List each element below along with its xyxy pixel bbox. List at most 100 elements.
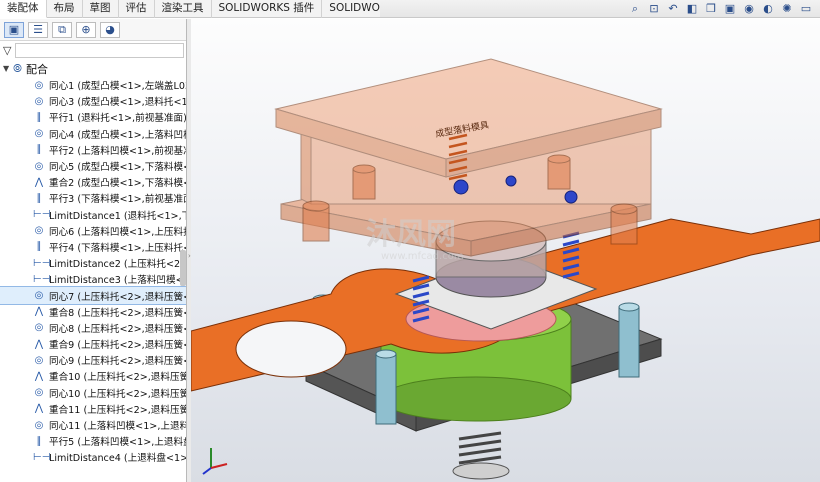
tab-0[interactable]: 装配体 xyxy=(0,0,47,18)
property-manager-tab-icon[interactable]: ☰ xyxy=(28,22,48,38)
mate-item[interactable]: ∥ 平行2 (上落料凹模<1>,前视基准 xyxy=(0,142,187,158)
mate-item[interactable]: ◎ 同心6 (上落料凹模<1>,上压料托 xyxy=(0,223,186,239)
mate-item[interactable]: ∥ 平行5 (上落料凹模<1>,上退料盘 xyxy=(0,433,187,449)
tab-4[interactable]: 渲染工具 xyxy=(155,0,212,18)
concentric-icon: ◎ xyxy=(34,79,44,91)
mate-label: 同心1 (成型凸模<1>,左端盖L03 xyxy=(49,81,186,93)
mate-label: LimitDistance4 (上退料盘<1>,上 xyxy=(49,453,186,465)
mate-item[interactable]: ◎ 同心8 (上压料托<2>,退料压簧< xyxy=(0,320,186,336)
mate-label: 平行5 (上落料凹模<1>,上退料盘 xyxy=(49,437,186,449)
mate-label: LimitDistance3 (上落料凹模<1> xyxy=(49,275,186,287)
mate-label: 平行3 (下落料模<1>,前视基准面 xyxy=(49,194,186,206)
command-manager-tabs: 装配体 布局 草图 评估 渲染工具 SOLIDWORKS 插件 SOLIDWORKS MBD xyxy=(0,0,437,18)
filter-row: ▽ xyxy=(0,41,186,60)
coincident-icon: ⋀ xyxy=(34,403,44,415)
concentric-icon: ◎ xyxy=(34,160,44,172)
filter-icon[interactable]: ▽ xyxy=(3,44,11,57)
upper-die-block xyxy=(274,58,663,257)
mate-item[interactable]: ◎ 同心5 (成型凸模<1>,下落料模< xyxy=(0,158,186,174)
coincident-icon: ⋀ xyxy=(34,338,44,350)
concentric-icon: ◎ xyxy=(34,322,44,334)
mate-label: 同心5 (成型凸模<1>,下落料模< xyxy=(49,162,186,174)
previous-view-icon[interactable]: ↶ xyxy=(665,2,681,16)
mate-label: 平行4 (下落料模<1>,上压料托<1 xyxy=(49,242,186,254)
svg-text:沐风网: 沐风网 xyxy=(366,217,456,252)
tab-3[interactable]: 评估 xyxy=(119,0,155,18)
mate-label: 重合10 (上压料托<2>,退料压簧 xyxy=(49,372,186,384)
zoom-area-icon[interactable]: ⊡ xyxy=(646,2,662,16)
limit-distance-icon: ⊢⊣ xyxy=(33,257,51,269)
mate-label: 重合2 (成型凸模<1>,下落料模< xyxy=(49,178,186,190)
coincident-icon: ⋀ xyxy=(34,306,44,318)
mate-item[interactable]: ∥ 平行3 (下落料模<1>,前视基准面 xyxy=(0,190,187,206)
mates-folder-label: 配合 xyxy=(25,62,48,76)
parallel-icon: ∥ xyxy=(36,192,42,204)
graphics-area[interactable]: 成型落料模具 沐风网 www.mfcad.com xyxy=(191,19,820,482)
mate-item[interactable]: ⊢⊣ LimitDistance3 (上落料凹模<1> xyxy=(0,271,186,287)
display-manager-tab-icon[interactable]: ◕ xyxy=(100,22,120,38)
mate-item[interactable]: ⋀ 重合8 (上压料托<2>,退料压簧< xyxy=(0,304,186,320)
mate-label: 同心9 (上压料托<2>,退料压簧< xyxy=(49,356,186,368)
zoom-fit-icon[interactable]: ⌕ xyxy=(627,2,643,16)
mate-item[interactable]: ◎ 同心10 (上压料托<2>,退料压簧 xyxy=(0,385,186,401)
tab-5[interactable]: SOLIDWORKS 插件 xyxy=(212,0,323,18)
limit-distance-icon: ⊢⊣ xyxy=(33,209,51,221)
concentric-icon: ◎ xyxy=(34,95,44,107)
monitor-icon[interactable]: ▭ xyxy=(798,2,814,16)
mates-folder-icon: ⦾ xyxy=(13,61,22,75)
mate-label: 重合9 (上压料托<2>,退料压簧< xyxy=(49,340,186,352)
mate-item[interactable]: ◎ 同心4 (成型凸模<1>,上落料凹模 xyxy=(0,126,186,142)
heads-up-toolbar: ⌕ ⊡ ↶ ◧ ❒ ▣ ◉ ◐ ✺ ▭ xyxy=(380,0,820,18)
display-style-icon[interactable]: ▣ xyxy=(722,2,738,16)
tab-1[interactable]: 布局 xyxy=(47,0,83,18)
feature-manager-tab-icon[interactable]: ▣ xyxy=(4,22,24,38)
mate-item[interactable]: ⊢⊣ LimitDistance1 (退料托<1>,下落 xyxy=(0,207,186,223)
concentric-icon: ◎ xyxy=(34,290,44,302)
mate-item[interactable]: ⋀ 重合11 (上压料托<2>,退料压簧 xyxy=(0,401,186,417)
appearance-icon[interactable]: ◐ xyxy=(760,2,776,16)
mate-item[interactable]: ∥ 平行1 (退料托<1>,前视基准面) xyxy=(0,109,187,125)
scene-icon[interactable]: ✺ xyxy=(779,2,795,16)
mate-item[interactable]: ⊢⊣ LimitDistance4 (上退料盘<1>,上 xyxy=(0,449,186,465)
mate-label: 平行1 (退料托<1>,前视基准面) xyxy=(49,113,186,125)
collapse-caret-icon[interactable]: ▼ xyxy=(3,64,9,73)
filter-input[interactable] xyxy=(15,43,184,58)
concentric-icon: ◎ xyxy=(34,128,44,140)
mate-item[interactable]: ⋀ 重合2 (成型凸模<1>,下落料模< xyxy=(0,174,186,190)
svg-text:www.mfcad.com: www.mfcad.com xyxy=(381,251,464,262)
dimxpert-tab-icon[interactable]: ⊕ xyxy=(76,22,96,38)
parallel-icon: ∥ xyxy=(36,435,42,447)
coordinate-triad-icon xyxy=(202,448,228,475)
mate-item[interactable]: ◎ 同心3 (成型凸模<1>,退料托<1> xyxy=(0,93,186,109)
feature-manager-pane: ▣ ☰ ⧉ ⊕ ◕ ▽ ▼ ⦾ 配合 ◎ 同心1 (成型凸模<1>,左端盖L03 ◎… xyxy=(0,19,187,482)
mates-folder[interactable]: ▼ ⦾ 配合 xyxy=(0,60,186,77)
watermark: 沐风网 www.mfcad.com xyxy=(366,217,464,262)
view-orientation-icon[interactable]: ❒ xyxy=(703,2,719,16)
mate-label: LimitDistance1 (退料托<1>,下落 xyxy=(49,210,186,222)
mate-item[interactable]: ∥ 平行4 (下落料模<1>,上压料托<1 xyxy=(0,239,187,255)
tree-scrollbar[interactable] xyxy=(180,250,186,286)
section-view-icon[interactable]: ◧ xyxy=(684,2,700,16)
concentric-icon: ◎ xyxy=(34,387,44,399)
configuration-manager-tab-icon[interactable]: ⧉ xyxy=(52,22,72,38)
mate-item[interactable]: ◎ 同心7 (上压料托<2>,退料压簧< xyxy=(0,286,186,305)
bottom-spring xyxy=(458,431,502,465)
coincident-icon: ⋀ xyxy=(34,370,44,382)
manager-tabs: ▣ ☰ ⧉ ⊕ ◕ xyxy=(0,19,186,41)
mate-item[interactable]: ◎ 同心1 (成型凸模<1>,左端盖L03 xyxy=(0,77,186,93)
limit-distance-icon: ⊢⊣ xyxy=(33,451,51,463)
mate-item[interactable]: ⋀ 重合10 (上压料托<2>,退料压簧 xyxy=(0,368,186,384)
mate-item[interactable]: ⋀ 重合9 (上压料托<2>,退料压簧< xyxy=(0,336,186,352)
mate-label: 同心11 (上落料凹模<1>,上退料 xyxy=(49,421,186,433)
mate-label: 重合8 (上压料托<2>,退料压簧< xyxy=(49,307,186,319)
parallel-icon: ∥ xyxy=(36,241,42,253)
mate-item[interactable]: ◎ 同心9 (上压料托<2>,退料压簧< xyxy=(0,352,186,368)
mate-item[interactable]: ◎ 同心11 (上落料凹模<1>,上退料 xyxy=(0,417,186,433)
mate-label: 同心3 (成型凸模<1>,退料托<1> xyxy=(49,97,186,109)
mate-label: 平行2 (上落料凹模<1>,前视基准 xyxy=(49,145,186,157)
tab-2[interactable]: 草图 xyxy=(83,0,119,18)
hide-show-icon[interactable]: ◉ xyxy=(741,2,757,16)
guide-pillar-front xyxy=(375,349,397,425)
mate-item[interactable]: ⊢⊣ LimitDistance2 (上压料托<2>,上 xyxy=(0,255,186,271)
guide-pillar-right xyxy=(618,302,640,378)
